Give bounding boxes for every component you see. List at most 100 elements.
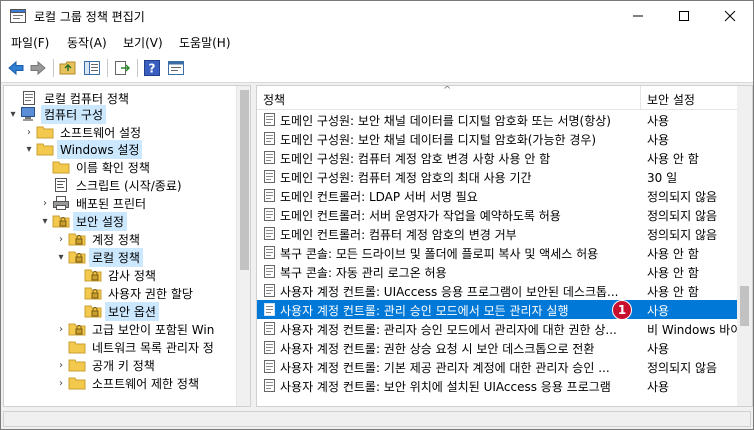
table-row[interactable]: 도메인 컨트롤러: LDAP 서버 서명 필요 정의되지 않음: [257, 186, 737, 205]
tree-item-security-settings[interactable]: ▾ 보안 설정: [38, 211, 127, 231]
table-row[interactable]: 도메인 구성원: 컴퓨터 계정 암호의 최대 사용 기간 30 일: [257, 167, 737, 186]
forward-arrow-icon[interactable]: [29, 59, 47, 77]
tree-item-security-options[interactable]: 보안 옵션: [70, 301, 159, 321]
tree-item-network-list-manager[interactable]: 네트워크 목록 관리자 정: [54, 337, 217, 357]
policy-item-icon: [264, 303, 275, 316]
tree-expander: [70, 283, 84, 303]
chevron-right-icon[interactable]: ›: [54, 319, 68, 339]
status-cell: [3, 411, 751, 427]
table-row[interactable]: 사용자 계정 컨트롤: 권한 상승 요청 시 보안 데스크톱으로 전환 사용: [257, 338, 737, 357]
chevron-down-icon[interactable]: ▾: [6, 104, 20, 124]
column-header-setting[interactable]: 보안 설정: [647, 91, 695, 108]
policy-item-icon: [264, 284, 275, 297]
policy-name: 복구 콘솔: 모든 드라이브 및 폴더에 플로피 복사 및 액세스 허용: [280, 247, 599, 261]
tree-item-scripts[interactable]: 스크립트 (시작/종료): [38, 175, 185, 195]
table-row[interactable]: 도메인 구성원: 보안 채널 데이터를 디지털 암호화 또는 서명(항상) 사용: [257, 110, 737, 129]
tree-label: 사용자 권한 할당: [108, 286, 193, 301]
tree-item-software-restriction[interactable]: › 소프트웨어 제한 정책: [54, 373, 202, 393]
table-row[interactable]: 복구 콘솔: 자동 관리 로그온 허용 사용 안 함: [257, 262, 737, 281]
tree-scrollbar[interactable]: [236, 86, 250, 406]
folder-icon: [68, 377, 86, 390]
tree-label: 네트워크 목록 관리자 정: [92, 340, 214, 355]
chevron-down-icon[interactable]: ▾: [38, 211, 52, 231]
minimize-icon: [633, 15, 643, 17]
policy-setting: 정의되지 않음: [647, 209, 718, 223]
table-row[interactable]: 도메인 구성원: 보안 채널 데이터를 디지털 암호화(가능한 경우) 사용: [257, 129, 737, 148]
list-scrollbar[interactable]: [737, 86, 752, 406]
policy-item-icon: [264, 246, 275, 259]
gpedit-app-icon: [10, 9, 26, 23]
policy-item-icon: [264, 379, 275, 392]
tree-item-deployed-printers[interactable]: › 배포된 프린터: [38, 193, 149, 213]
help-icon[interactable]: ?: [143, 59, 161, 77]
tree-label: 이름 확인 정책: [76, 160, 150, 175]
export-list-icon[interactable]: [113, 59, 131, 77]
table-row[interactable]: 복구 콘솔: 모든 드라이브 및 폴더에 플로피 복사 및 액세스 허용 사용 …: [257, 243, 737, 262]
menu-help[interactable]: 도움말(H): [179, 34, 231, 51]
policy-setting: 사용: [647, 304, 670, 318]
policy-item-icon: [264, 151, 275, 164]
tree-scrollbar-thumb[interactable]: [240, 90, 249, 270]
chevron-right-icon[interactable]: ›: [54, 355, 68, 375]
menu-view[interactable]: 보기(V): [123, 34, 163, 51]
table-row[interactable]: 도메인 구성원: 컴퓨터 계정 암호 변경 사항 사용 안 함 사용 안 함: [257, 148, 737, 167]
chevron-right-icon[interactable]: ›: [54, 373, 68, 393]
properties-icon[interactable]: [167, 59, 185, 77]
security-folder-icon: [68, 323, 86, 336]
table-row[interactable]: 사용자 계정 컨트롤: 관리자 승인 모드에서 관리자에 대한 권한 상... …: [257, 319, 737, 338]
status-bar: [1, 409, 753, 429]
tree-label: Windows 설정: [57, 139, 143, 159]
tree-item-audit-policy[interactable]: 감사 정책: [70, 265, 159, 285]
policy-item-icon: [264, 208, 275, 221]
tree-item-account-policies[interactable]: › 계정 정책: [54, 229, 143, 249]
toolbar-separator: [107, 59, 108, 77]
tree-item-user-rights[interactable]: 사용자 권한 할당: [70, 283, 196, 303]
title-bar: 로컬 그룹 정책 편집기: [1, 1, 753, 31]
minimize-button[interactable]: [615, 1, 661, 31]
tree-label: 스크립트 (시작/종료): [76, 178, 182, 193]
tree-label: 공개 키 정책: [92, 358, 155, 373]
policy-setting: 사용 안 함: [647, 152, 699, 166]
policy-item-icon: [264, 227, 275, 240]
security-folder-icon: [84, 305, 102, 318]
menu-file[interactable]: 파일(F): [11, 34, 49, 51]
tree-item-advanced-firewall[interactable]: › 고급 보안이 포함된 Win: [54, 319, 217, 339]
folder-icon: [68, 359, 86, 372]
tree-label: 로컬 정책: [89, 247, 143, 267]
column-header-policy[interactable]: 정책: [263, 91, 285, 108]
table-row[interactable]: 사용자 계정 컨트롤: 기본 제공 관리자 계정에 대한 관리자 승인 ... …: [257, 357, 737, 376]
table-row[interactable]: 사용자 계정 컨트롤: UIAccess 응용 프로그램이 보안된 데스크톱..…: [257, 281, 737, 300]
chevron-right-icon[interactable]: ›: [54, 229, 68, 249]
table-row[interactable]: 사용자 계정 컨트롤: 보안 위치에 설치된 UIAccess 응용 프로그램 …: [257, 376, 737, 395]
maximize-icon: [679, 11, 689, 21]
table-row-selected[interactable]: 사용자 계정 컨트롤: 관리 승인 모드에서 모든 관리자 실행 사용: [257, 300, 737, 319]
policy-name: 도메인 컨트롤러: 컴퓨터 계정 암호의 변경 거부: [280, 228, 517, 242]
tree-expander: [70, 265, 84, 285]
maximize-button[interactable]: [661, 1, 707, 31]
tree-item-local-policies[interactable]: ▾ 로컬 정책: [54, 247, 143, 267]
tree-expander: [38, 175, 52, 195]
column-divider[interactable]: [640, 86, 641, 110]
close-icon: [724, 10, 736, 22]
toolbar: ?: [1, 53, 753, 83]
tree-item-name-resolution-policy[interactable]: 이름 확인 정책: [38, 157, 153, 177]
list-scrollbar-thumb[interactable]: [740, 286, 749, 326]
table-row[interactable]: 도메인 컨트롤러: 컴퓨터 계정 암호의 변경 거부 정의되지 않음: [257, 224, 737, 243]
up-folder-icon[interactable]: [59, 59, 77, 77]
tree-label: 소프트웨어 제한 정책: [92, 376, 199, 391]
table-row[interactable]: 도메인 컨트롤러: 서버 운영자가 작업을 예약하도록 허용 정의되지 않음: [257, 205, 737, 224]
tree-item-computer-config[interactable]: ▾ 컴퓨터 구성: [6, 104, 107, 124]
chevron-right-icon[interactable]: ›: [38, 193, 52, 213]
tree-item-windows-settings[interactable]: ▾ Windows 설정: [22, 139, 143, 159]
policy-setting: 정의되지 않음: [647, 190, 718, 204]
tree-item-public-key-policies[interactable]: › 공개 키 정책: [54, 355, 158, 375]
chevron-down-icon[interactable]: ▾: [22, 139, 36, 159]
close-button[interactable]: [707, 1, 753, 31]
menu-action[interactable]: 동작(A): [67, 34, 107, 51]
chevron-down-icon[interactable]: ▾: [54, 247, 68, 267]
policy-name: 복구 콘솔: 자동 관리 로그온 허용: [280, 266, 447, 280]
folder-icon: [68, 341, 86, 354]
back-arrow-icon[interactable]: [7, 59, 25, 77]
policy-name: 사용자 계정 컨트롤: 권한 상승 요청 시 보안 데스크톱으로 전환: [280, 342, 595, 356]
show-hide-tree-icon[interactable]: [83, 59, 101, 77]
